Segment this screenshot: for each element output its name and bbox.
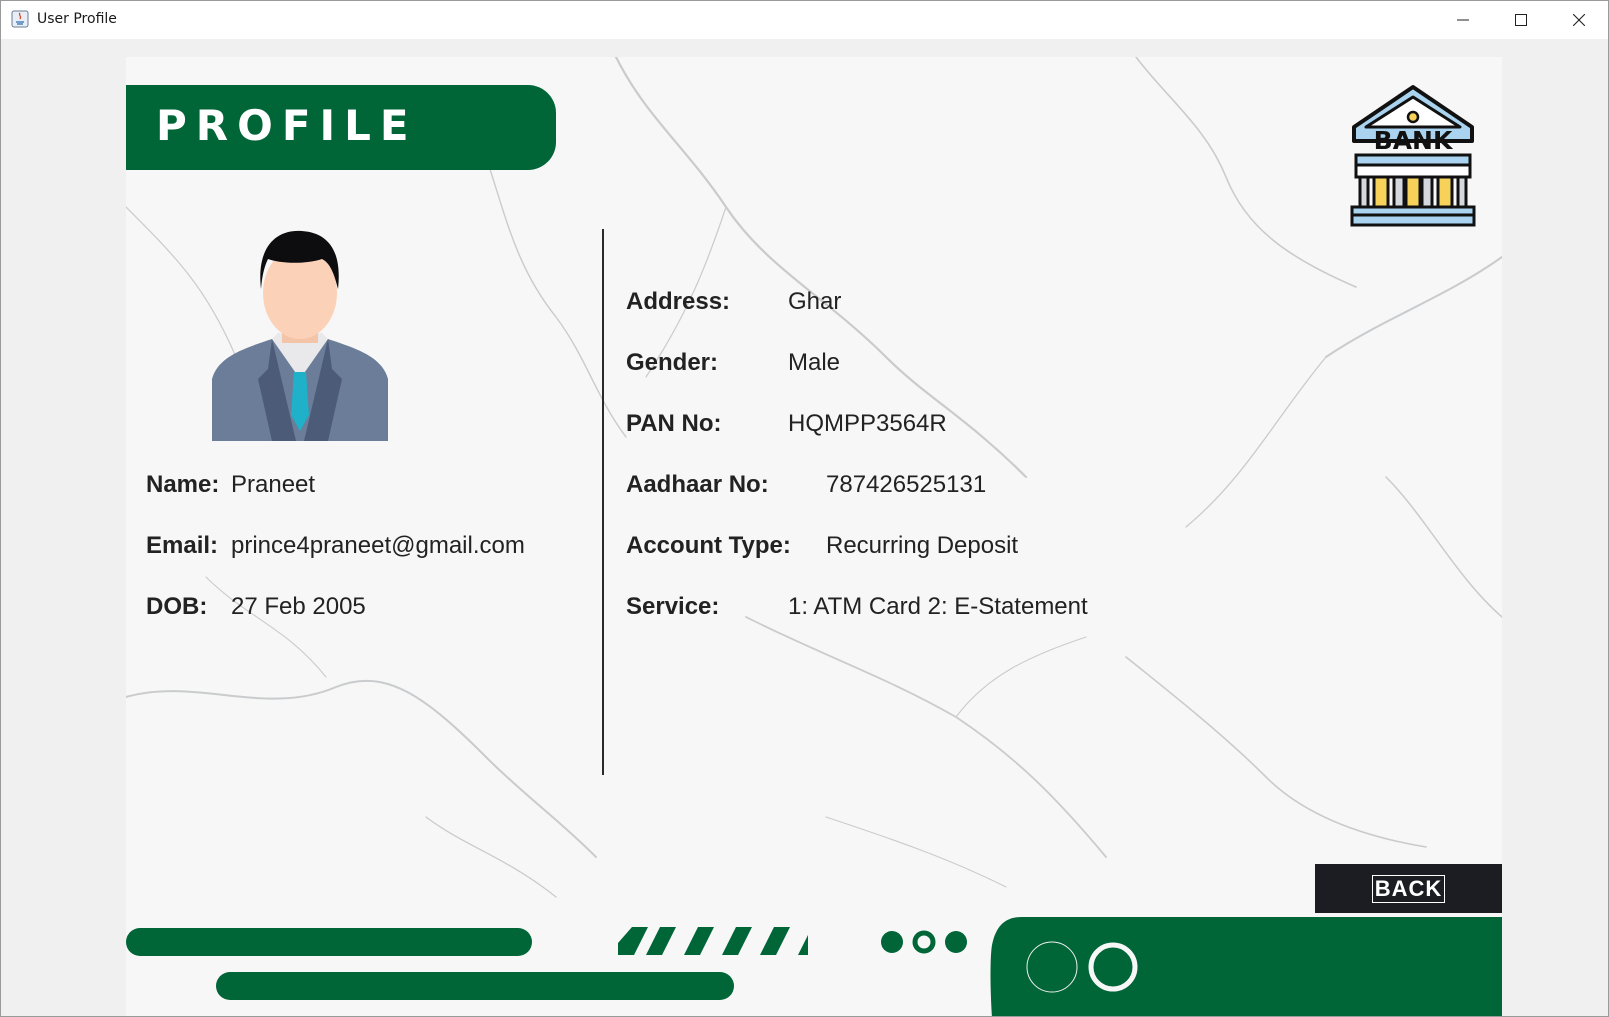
footer-decoration [126, 917, 1502, 1016]
close-button[interactable] [1550, 1, 1608, 39]
back-button[interactable]: BACK [1315, 864, 1502, 913]
user-profile-window: User Profile PROFILE BANK Name: Praneet … [0, 0, 1609, 1017]
dob-label: DOB: [146, 593, 208, 620]
gender-label: Gender: [626, 349, 719, 376]
bank-logo-text: BANK [1374, 126, 1454, 155]
window-title: User Profile [37, 11, 117, 27]
address-label: Address: [626, 288, 731, 315]
maximize-icon [1515, 14, 1527, 26]
minimize-icon [1457, 19, 1469, 21]
account-type-label: Account Type: [626, 532, 791, 559]
name-value: Praneet [231, 471, 316, 498]
bank-logo: BANK [1350, 85, 1476, 227]
user-avatar [212, 230, 388, 441]
profile-banner: PROFILE [126, 85, 556, 170]
close-icon [1573, 14, 1585, 26]
gender-value: Male [788, 349, 841, 376]
aadhaar-label: Aadhaar No: [626, 471, 769, 498]
service-value: 1: ATM Card 2: E-Statement [788, 593, 1088, 620]
profile-panel: PROFILE BANK Name: Praneet Email: prince… [126, 57, 1502, 1016]
pan-value: HQMPP3564R [788, 410, 947, 437]
title-bar[interactable]: User Profile [1, 1, 1608, 39]
service-label: Service: [626, 593, 720, 620]
minimize-button[interactable] [1434, 1, 1492, 39]
page-title: PROFILE [156, 101, 418, 150]
email-value: prince4praneet@gmail.com [231, 532, 525, 559]
maximize-button[interactable] [1492, 1, 1550, 39]
java-app-icon [11, 10, 29, 28]
back-button-label: BACK [1371, 874, 1446, 903]
aadhaar-value: 787426525131 [826, 471, 987, 498]
address-value: Ghar [788, 288, 842, 315]
email-label: Email: [146, 532, 219, 559]
pan-label: PAN No: [626, 410, 722, 437]
dob-value: 27 Feb 2005 [231, 593, 366, 620]
name-label: Name: [146, 471, 220, 498]
column-divider [602, 229, 604, 775]
account-type-value: Recurring Deposit [826, 532, 1019, 559]
